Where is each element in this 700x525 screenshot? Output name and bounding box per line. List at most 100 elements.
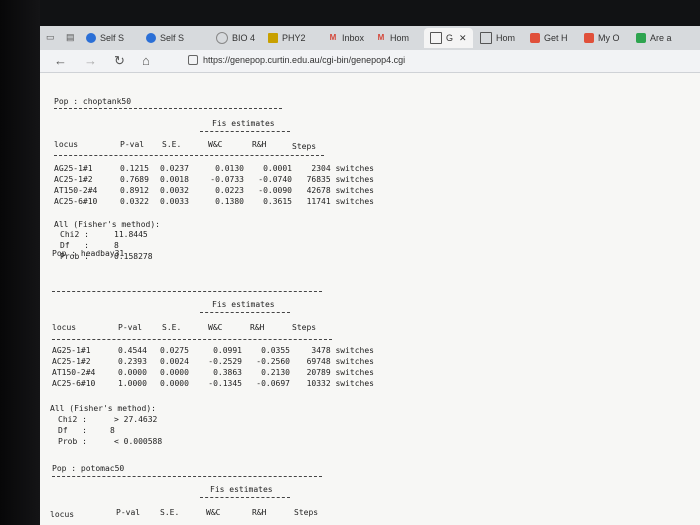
table-cell: AT150-2#4 — [54, 186, 98, 195]
gmail-icon: M — [329, 33, 337, 42]
photo-dark-edge — [0, 0, 700, 28]
table-cell: 0.0000 — [160, 379, 189, 388]
tab-active[interactable]: G ✕ — [424, 28, 473, 48]
se-column: 0.0237 0.0018 0.0032 0.0033 — [160, 163, 189, 207]
wc-column: 0.0991 -0.2529 0.3863 -0.1345 — [198, 345, 242, 389]
close-icon[interactable]: ✕ — [459, 33, 467, 44]
chi2-value: > 27.4632 — [114, 415, 158, 424]
table-cell: 0.0130 — [215, 164, 244, 173]
home-icon[interactable]: ⌂ — [142, 53, 150, 69]
col-header-locus: locus — [54, 140, 79, 149]
table-cell: AG25-1#1 — [52, 346, 91, 355]
table-cell: 42678 switches — [306, 186, 374, 195]
col-header-rh: R&H — [250, 323, 265, 332]
prob-value: < 0.000588 — [114, 437, 163, 446]
page-icon — [430, 32, 442, 44]
lock-icon — [188, 55, 198, 65]
divider — [200, 497, 290, 498]
table-cell: 0.3863 — [213, 368, 242, 377]
se-column: 0.0275 0.0024 0.0000 0.0000 — [160, 345, 189, 389]
tab-list-icon[interactable]: ▤ — [66, 29, 75, 45]
table-cell: 0.8912 — [120, 186, 149, 195]
df-label: Df : — [58, 426, 87, 435]
tab-bio4[interactable]: BIO 4 — [216, 28, 255, 48]
divider — [200, 312, 290, 313]
divider — [200, 131, 290, 132]
col-header-se: S.E. — [162, 140, 182, 149]
reload-icon[interactable]: ↻ — [114, 53, 125, 69]
col-header-rh: R&H — [252, 140, 267, 149]
col-header-wc: W&C — [206, 508, 221, 517]
tab-favicon-icon — [584, 33, 594, 43]
table-cell: 0.4544 — [118, 346, 147, 355]
chi2-label: Chi2 : — [58, 415, 87, 424]
table-cell: 0.2393 — [118, 357, 147, 366]
col-header-pval: P-val — [120, 140, 145, 149]
col-header-pval: P-val — [116, 508, 141, 517]
col-header-locus: locus — [52, 323, 77, 332]
tab-phy2[interactable]: PHY2 — [268, 28, 306, 48]
divider — [54, 108, 282, 109]
table-cell: 0.0000 — [160, 368, 189, 377]
table-cell: 0.1380 — [215, 197, 244, 206]
tab-home-2[interactable]: Hom — [480, 28, 515, 48]
tab-label: Get H — [544, 33, 568, 43]
address-bar[interactable]: https://genepop.curtin.edu.au/cgi-bin/ge… — [188, 55, 405, 65]
tab-self-s-2[interactable]: Self S — [146, 28, 184, 48]
tab-get-h[interactable]: Get H — [530, 28, 568, 48]
back-icon[interactable]: ← — [54, 53, 67, 69]
table-cell: -0.0090 — [258, 186, 292, 195]
fisher-label: All (Fisher's method): — [54, 220, 160, 229]
tab-inbox[interactable]: M Inbox — [328, 28, 364, 48]
col-header-steps: Steps — [294, 508, 319, 517]
fis-title: Fis estimates — [212, 119, 275, 128]
table-cell: AG25-1#1 — [54, 164, 93, 173]
pval-column: 0.4544 0.2393 0.0000 1.0000 — [118, 345, 147, 389]
pop-title: Pop : headbay31 — [52, 249, 125, 258]
tab-label: Inbox — [342, 33, 365, 43]
tab-label: Are a — [650, 33, 672, 43]
tab-favicon-icon — [146, 33, 156, 43]
forward-icon[interactable]: → — [84, 53, 97, 69]
fis-title: Fis estimates — [210, 485, 273, 494]
table-cell: AC25-1#2 — [54, 175, 93, 184]
table-cell: -0.0733 — [210, 175, 244, 184]
tab-label: BIO 4 — [232, 33, 256, 43]
rh-column: 0.0001 -0.0740 -0.0090 0.3615 — [246, 163, 292, 207]
divider — [52, 476, 322, 477]
locus-column: AG25-1#1 AC25-1#2 AT150-2#4 AC25-6#10 — [54, 163, 97, 207]
table-cell: 0.0024 — [160, 357, 189, 366]
col-header-se: S.E. — [160, 508, 180, 517]
tab-label: Self S — [160, 33, 185, 43]
table-cell: 10332 switches — [306, 379, 374, 388]
chi2-value: 11.8445 — [114, 230, 148, 239]
table-cell: 3478 switches — [311, 346, 374, 355]
divider — [52, 291, 322, 292]
window-icon[interactable]: ▭ — [46, 29, 55, 45]
table-cell: -0.0740 — [258, 175, 292, 184]
table-cell: AT150-2#4 — [52, 368, 96, 377]
table-cell: 11741 switches — [306, 197, 374, 206]
tab-self-s-1[interactable]: Self S — [86, 28, 124, 48]
table-cell: 2304 switches — [311, 164, 374, 173]
tab-label: PHY2 — [282, 33, 306, 43]
steps-column: 2304 switches 76835 switches 42678 switche… — [296, 163, 374, 207]
browser-tab-bar: ▭ ▤ Self S Self S BIO 4 PHY2 M Inbox M Hom… — [40, 26, 700, 50]
table-cell: 0.2130 — [261, 368, 290, 377]
divider — [54, 155, 324, 156]
rh-column: 0.0355 -0.2560 0.2130 -0.0697 — [244, 345, 290, 389]
tab-are-a[interactable]: Are a — [636, 28, 672, 48]
table-cell: 0.0322 — [120, 197, 149, 206]
tab-home-1[interactable]: M Hom — [376, 28, 409, 48]
page-icon — [480, 32, 492, 44]
tab-my-o[interactable]: My O — [584, 28, 620, 48]
table-cell: 0.0032 — [160, 186, 189, 195]
table-cell: 0.0237 — [160, 164, 189, 173]
table-cell: 0.0000 — [118, 368, 147, 377]
table-cell: 0.3615 — [263, 197, 292, 206]
tab-favicon-icon — [86, 33, 96, 43]
table-cell: 1.0000 — [118, 379, 147, 388]
tab-label: G — [446, 33, 454, 43]
table-cell: -0.0697 — [256, 379, 290, 388]
table-cell: 0.0355 — [261, 346, 290, 355]
